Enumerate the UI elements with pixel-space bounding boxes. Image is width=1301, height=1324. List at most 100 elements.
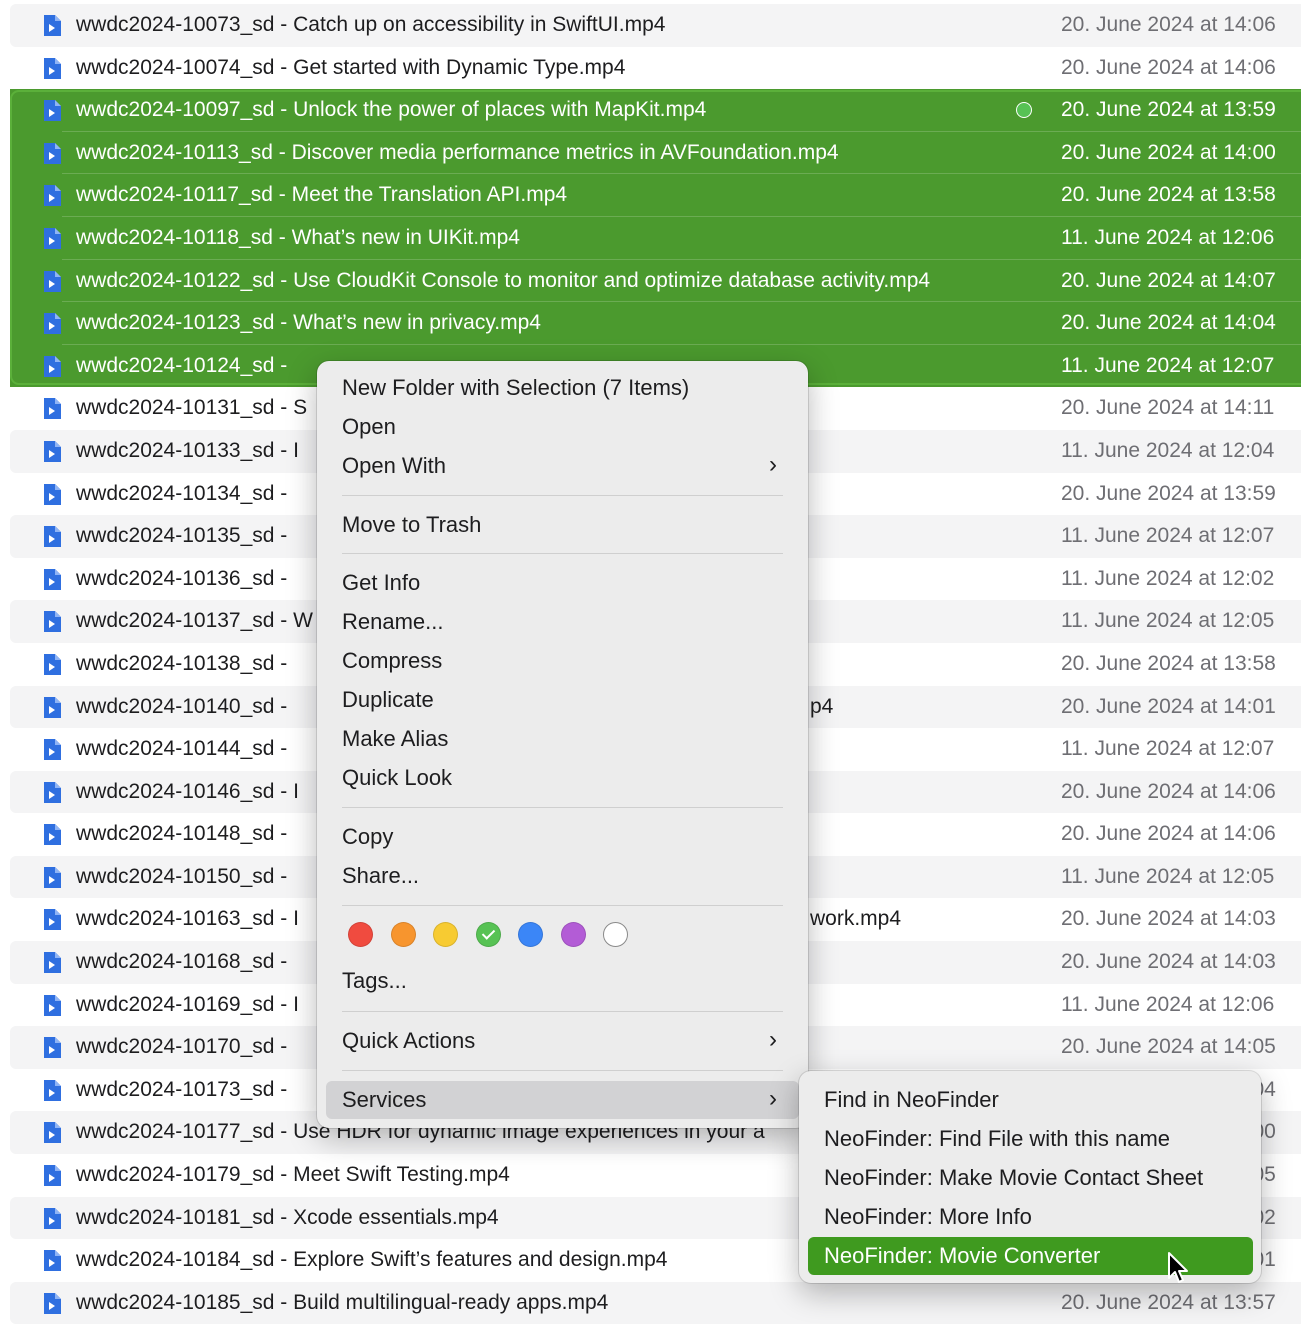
submenu-item[interactable]: NeoFinder: Find File with this name: [808, 1120, 1253, 1158]
submenu-item[interactable]: Find in NeoFinder: [808, 1081, 1253, 1119]
gray-tag-button[interactable]: [603, 922, 628, 947]
movie-file-icon: [43, 1122, 61, 1144]
menu-item-copy[interactable]: Copy: [326, 818, 799, 856]
file-row[interactable]: wwdc2024-10185_sd - Build multilingual-r…: [10, 1281, 1301, 1324]
purple-tag-button[interactable]: [560, 922, 586, 947]
file-name: wwdc2024-10134_sd -: [76, 481, 288, 505]
file-row[interactable]: wwdc2024-10123_sd - What’s new in privac…: [10, 302, 1301, 345]
file-name: wwdc2024-10133_sd - I: [76, 438, 299, 462]
menu-item-label: Quick Look: [342, 765, 453, 790]
menu-item-duplicate[interactable]: Duplicate: [326, 681, 799, 719]
green-tag-button[interactable]: [475, 922, 501, 947]
movie-file-icon: [43, 398, 61, 420]
menu-item-label: Make Alias: [342, 726, 449, 751]
menu-item-label: Quick Actions: [342, 1028, 476, 1053]
file-name: wwdc2024-10144_sd -: [76, 737, 288, 761]
file-date: 20. June 2024 at 14:06: [1061, 779, 1276, 803]
menu-item-open[interactable]: Open: [326, 408, 799, 446]
submenu-item[interactable]: NeoFinder: More Info: [808, 1198, 1253, 1236]
file-date: 20. June 2024 at 14:06: [1061, 13, 1276, 36]
menu-item-label: Share...: [342, 863, 420, 888]
file-name: wwdc2024-10181_sd - Xcode essentials.mp4: [76, 1205, 499, 1229]
file-name: wwdc2024-10179_sd - Meet Swift Testing.m…: [76, 1163, 510, 1187]
file-date: 20. June 2024 at 14:06: [1061, 55, 1276, 79]
menu-item-quick-look[interactable]: Quick Look: [326, 759, 799, 797]
menu-item-get-info[interactable]: Get Info: [326, 564, 799, 602]
movie-file-icon: [43, 526, 61, 548]
file-row[interactable]: wwdc2024-10097_sd - Unlock the power of …: [10, 89, 1301, 132]
file-row[interactable]: wwdc2024-10118_sd - What’s new in UIKit.…: [10, 216, 1301, 260]
menu-item-compress[interactable]: Compress: [326, 642, 799, 680]
file-name: wwdc2024-10169_sd - I: [76, 992, 299, 1016]
menu-item-move-to-trash[interactable]: Move to Trash: [326, 506, 799, 544]
file-name: wwdc2024-10140_sd -: [76, 694, 288, 718]
menu-separator: [342, 1011, 783, 1012]
chevron-right-icon: ›: [769, 1026, 777, 1053]
menu-separator: [342, 905, 783, 906]
yellow-tag-button[interactable]: [433, 922, 458, 947]
file-date: 20. June 2024 at 13:59: [1061, 481, 1276, 505]
file-row[interactable]: wwdc2024-10074_sd - Get started with Dyn…: [10, 47, 1301, 90]
menu-item-open-with[interactable]: Open With ›: [326, 447, 799, 485]
file-name: wwdc2024-10135_sd -: [76, 524, 288, 548]
menu-item-new-folder-with-selection[interactable]: New Folder with Selection (7 Items): [326, 369, 799, 407]
menu-item-label: Get Info: [342, 570, 421, 595]
submenu-item-label: NeoFinder: Make Movie Contact Sheet: [824, 1165, 1204, 1190]
file-date: 20. June 2024 at 13:59: [1061, 98, 1276, 122]
file-date: 11. June 2024 at 12:05: [1061, 609, 1275, 633]
menu-item-label: Move to Trash: [342, 512, 482, 537]
file-name: wwdc2024-10113_sd - Discover media perfo…: [76, 140, 839, 164]
movie-file-icon: [43, 270, 61, 292]
file-name: wwdc2024-10118_sd - What’s new in UIKit.…: [76, 225, 520, 249]
file-date: 11. June 2024 at 12:05: [1061, 864, 1275, 888]
file-date: 11. June 2024 at 12:07: [1061, 524, 1275, 548]
movie-file-icon: [43, 355, 61, 377]
mouse-pointer-icon: [1168, 1252, 1188, 1283]
movie-file-icon: [43, 185, 61, 207]
movie-file-icon: [43, 696, 61, 718]
file-row[interactable]: wwdc2024-10117_sd - Meet the Translation…: [10, 174, 1301, 217]
movie-file-icon: [43, 483, 61, 505]
menu-item-label: Tags...: [342, 968, 407, 993]
movie-file-icon: [43, 1250, 61, 1272]
menu-item-services[interactable]: Services ›: [326, 1081, 799, 1119]
menu-separator: [342, 807, 783, 808]
file-date: 11. June 2024 at 12:04: [1061, 438, 1275, 462]
menu-item-tags[interactable]: Tags...: [326, 962, 799, 1000]
file-date: 20. June 2024 at 14:07: [1061, 268, 1276, 292]
file-date: 20. June 2024 at 14:05: [1061, 1035, 1276, 1059]
movie-file-icon: [43, 909, 61, 931]
file-row[interactable]: wwdc2024-10073_sd - Catch up on accessib…: [10, 4, 1301, 47]
menu-item-share[interactable]: Share...: [326, 857, 799, 895]
menu-separator: [342, 1070, 783, 1071]
file-date: 11. June 2024 at 12:06: [1061, 992, 1275, 1016]
movie-file-icon: [43, 313, 61, 335]
file-name: wwdc2024-10074_sd - Get started with Dyn…: [76, 55, 626, 79]
movie-file-icon: [43, 1292, 61, 1314]
movie-file-icon: [43, 994, 61, 1016]
green-tag-dot: [1016, 102, 1032, 119]
movie-file-icon: [43, 568, 61, 590]
file-row[interactable]: wwdc2024-10113_sd - Discover media perfo…: [10, 131, 1301, 175]
file-date: 20. June 2024 at 14:11: [1061, 396, 1275, 420]
file-name: wwdc2024-10137_sd - W: [76, 609, 313, 633]
menu-item-label: Open With: [342, 453, 446, 478]
blue-tag-button[interactable]: [518, 922, 543, 947]
file-row[interactable]: wwdc2024-10122_sd - Use CloudKit Console…: [10, 259, 1301, 303]
menu-separator: [342, 495, 783, 496]
file-date: 20. June 2024 at 14:06: [1061, 822, 1276, 846]
menu-item-quick-actions[interactable]: Quick Actions ›: [326, 1022, 799, 1060]
red-tag-button[interactable]: [348, 922, 373, 947]
file-name: wwdc2024-10097_sd - Unlock the power of …: [76, 98, 707, 122]
submenu-item-label: Find in NeoFinder: [824, 1087, 999, 1112]
file-name-tail: work.mp4: [810, 907, 902, 931]
menu-item-make-alias[interactable]: Make Alias: [326, 720, 799, 758]
file-name: wwdc2024-10131_sd - S: [76, 396, 308, 420]
submenu-item[interactable]: NeoFinder: Make Movie Contact Sheet: [808, 1159, 1253, 1197]
orange-tag-button[interactable]: [390, 922, 416, 947]
menu-item-rename[interactable]: Rename...: [326, 603, 799, 641]
file-name: wwdc2024-10073_sd - Catch up on accessib…: [76, 13, 666, 36]
submenu-item-label: NeoFinder: Movie Converter: [824, 1243, 1101, 1268]
menu-item-label: Rename...: [342, 609, 444, 634]
file-name: wwdc2024-10163_sd - I: [76, 907, 299, 931]
